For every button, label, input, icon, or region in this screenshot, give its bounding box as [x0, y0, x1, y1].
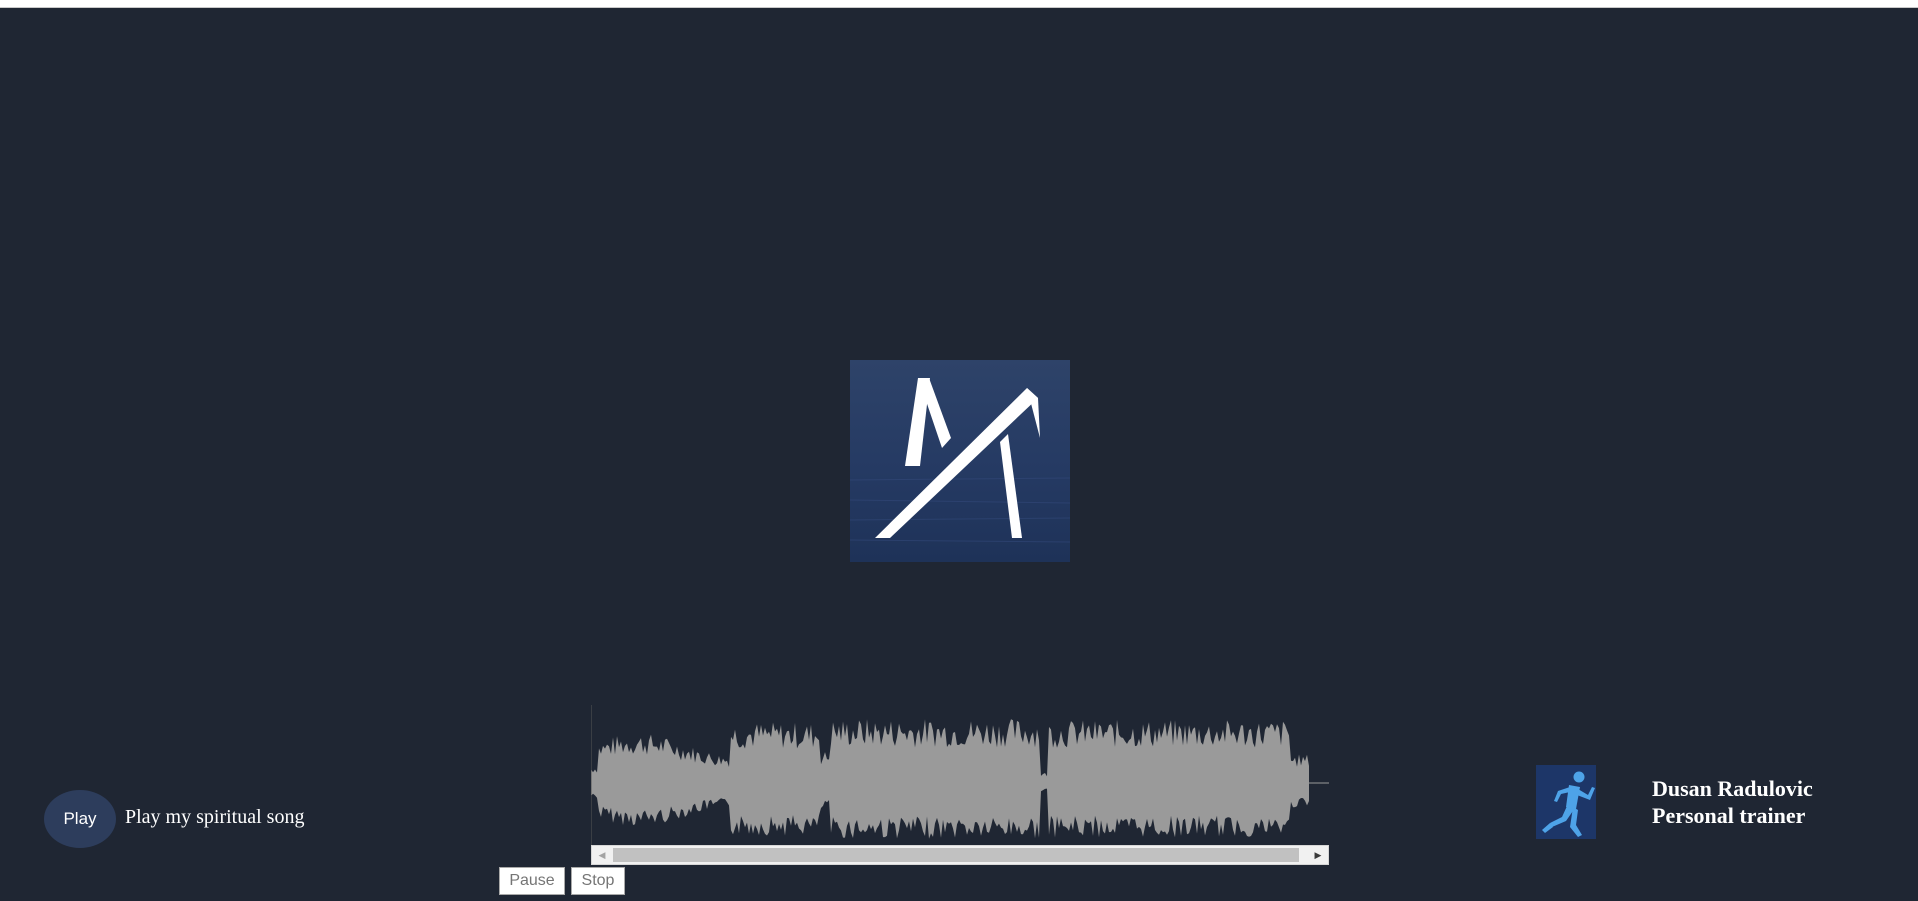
- pause-button[interactable]: Pause: [499, 867, 565, 895]
- scroll-thumb[interactable]: [613, 848, 1299, 862]
- trainer-role: Personal trainer: [1652, 803, 1806, 828]
- scroll-left-arrow-icon[interactable]: ◀: [592, 846, 612, 864]
- monogram-logo: [850, 360, 1070, 562]
- stop-button[interactable]: Stop: [571, 867, 625, 895]
- trainer-name: Dusan Radulovic: [1652, 776, 1813, 801]
- play-button[interactable]: Play: [44, 790, 116, 848]
- brand-logo: [850, 360, 1070, 562]
- running-person-icon: [1536, 765, 1596, 839]
- trainer-avatar: [1536, 765, 1596, 839]
- scroll-right-arrow-icon[interactable]: ▶: [1308, 846, 1328, 864]
- waveform-scrollbar[interactable]: ◀ ▶: [591, 845, 1329, 865]
- waveform-shape: [591, 719, 1309, 839]
- song-title: Play my spiritual song: [125, 806, 305, 828]
- audio-waveform[interactable]: [591, 705, 1329, 845]
- browser-top-strip: [0, 0, 1918, 8]
